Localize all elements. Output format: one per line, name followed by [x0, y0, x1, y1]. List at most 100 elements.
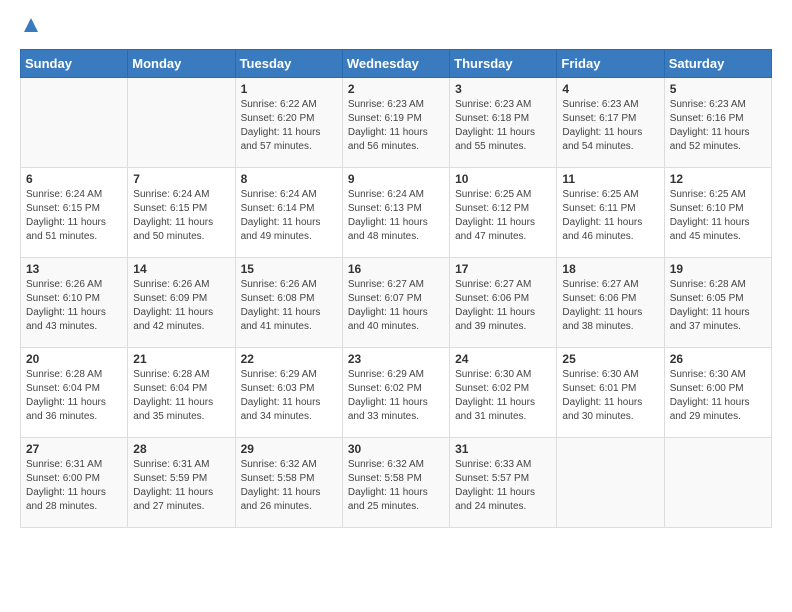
day-number: 28 [133, 442, 229, 456]
day-info: Sunrise: 6:22 AMSunset: 6:20 PMDaylight:… [241, 98, 337, 154]
calendar-day-cell [21, 78, 128, 168]
day-info: Sunrise: 6:26 AMSunset: 6:10 PMDaylight:… [26, 278, 122, 334]
day-number: 7 [133, 172, 229, 186]
calendar-week-row: 1 Sunrise: 6:22 AMSunset: 6:20 PMDaylight… [21, 78, 772, 168]
calendar-day-cell [128, 78, 235, 168]
day-number: 14 [133, 262, 229, 276]
calendar-day-cell: 11Sunrise: 6:25 AMSunset: 6:11 PMDayligh… [557, 168, 664, 258]
calendar-day-cell: 17 Sunrise: 6:27 AMSunset: 6:06 PMDayligh… [450, 258, 557, 348]
day-info: Sunrise: 6:23 AMSunset: 6:18 PMDaylight:… [455, 98, 551, 154]
day-info: Sunrise: 6:32 AMSunset: 5:58 PMDaylight:… [241, 458, 337, 514]
day-info: Sunrise: 6:31 AMSunset: 5:59 PMDaylight:… [133, 458, 229, 514]
day-number: 10 [455, 172, 551, 186]
calendar-week-row: 20 Sunrise: 6:28 AMSunset: 6:04 PMDayligh… [21, 348, 772, 438]
day-info: Sunrise: 6:24 AMSunset: 6:15 PMDaylight:… [26, 188, 122, 244]
day-of-week-header: Sunday [21, 50, 128, 78]
day-of-week-header: Friday [557, 50, 664, 78]
calendar-day-cell: 31 Sunrise: 6:33 AMSunset: 5:57 PMDayligh… [450, 438, 557, 528]
calendar-week-row: 6 Sunrise: 6:24 AMSunset: 6:15 PMDaylight… [21, 168, 772, 258]
day-info: Sunrise: 6:30 AMSunset: 6:02 PMDaylight:… [455, 368, 551, 424]
logo-icon [22, 16, 40, 34]
calendar-day-cell: 16 Sunrise: 6:27 AMSunset: 6:07 PMDayligh… [342, 258, 449, 348]
day-number: 31 [455, 442, 551, 456]
day-number: 19 [670, 262, 766, 276]
calendar-table: SundayMondayTuesdayWednesdayThursdayFrid… [20, 49, 772, 528]
day-of-week-header: Wednesday [342, 50, 449, 78]
calendar-day-cell: 14 Sunrise: 6:26 AMSunset: 6:09 PMDayligh… [128, 258, 235, 348]
calendar-day-cell: 5 Sunrise: 6:23 AMSunset: 6:16 PMDaylight… [664, 78, 771, 168]
day-number: 1 [241, 82, 337, 96]
day-info: Sunrise: 6:28 AMSunset: 6:04 PMDaylight:… [133, 368, 229, 424]
header [20, 16, 772, 39]
calendar-day-cell: 10 Sunrise: 6:25 AMSunset: 6:12 PMDayligh… [450, 168, 557, 258]
day-info: Sunrise: 6:23 AMSunset: 6:19 PMDaylight:… [348, 98, 444, 154]
day-number: 5 [670, 82, 766, 96]
calendar-day-cell: 6 Sunrise: 6:24 AMSunset: 6:15 PMDaylight… [21, 168, 128, 258]
calendar-day-cell: 28 Sunrise: 6:31 AMSunset: 5:59 PMDayligh… [128, 438, 235, 528]
calendar-day-cell: 4 Sunrise: 6:23 AMSunset: 6:17 PMDaylight… [557, 78, 664, 168]
calendar-day-cell: 24 Sunrise: 6:30 AMSunset: 6:02 PMDayligh… [450, 348, 557, 438]
day-number: 27 [26, 442, 122, 456]
calendar-day-cell: 7 Sunrise: 6:24 AMSunset: 6:15 PMDaylight… [128, 168, 235, 258]
calendar-week-row: 13 Sunrise: 6:26 AMSunset: 6:10 PMDayligh… [21, 258, 772, 348]
calendar-week-row: 27Sunrise: 6:31 AMSunset: 6:00 PMDayligh… [21, 438, 772, 528]
day-of-week-header: Monday [128, 50, 235, 78]
day-info: Sunrise: 6:30 AMSunset: 6:01 PMDaylight:… [562, 368, 658, 424]
day-info: Sunrise: 6:28 AMSunset: 6:04 PMDaylight:… [26, 368, 122, 424]
day-info: Sunrise: 6:29 AMSunset: 6:03 PMDaylight:… [241, 368, 337, 424]
day-number: 18 [562, 262, 658, 276]
day-info: Sunrise: 6:24 AMSunset: 6:15 PMDaylight:… [133, 188, 229, 244]
day-info: Sunrise: 6:23 AMSunset: 6:16 PMDaylight:… [670, 98, 766, 154]
day-info: Sunrise: 6:24 AMSunset: 6:13 PMDaylight:… [348, 188, 444, 244]
day-of-week-header: Saturday [664, 50, 771, 78]
day-info: Sunrise: 6:28 AMSunset: 6:05 PMDaylight:… [670, 278, 766, 334]
day-number: 30 [348, 442, 444, 456]
day-info: Sunrise: 6:29 AMSunset: 6:02 PMDaylight:… [348, 368, 444, 424]
calendar-day-cell: 29Sunrise: 6:32 AMSunset: 5:58 PMDayligh… [235, 438, 342, 528]
day-number: 16 [348, 262, 444, 276]
day-number: 11 [562, 172, 658, 186]
day-number: 4 [562, 82, 658, 96]
calendar-day-cell: 13 Sunrise: 6:26 AMSunset: 6:10 PMDayligh… [21, 258, 128, 348]
day-info: Sunrise: 6:24 AMSunset: 6:14 PMDaylight:… [241, 188, 337, 244]
day-number: 23 [348, 352, 444, 366]
day-info: Sunrise: 6:27 AMSunset: 6:07 PMDaylight:… [348, 278, 444, 334]
calendar-day-cell: 1 Sunrise: 6:22 AMSunset: 6:20 PMDaylight… [235, 78, 342, 168]
day-number: 17 [455, 262, 551, 276]
day-info: Sunrise: 6:27 AMSunset: 6:06 PMDaylight:… [455, 278, 551, 334]
calendar-day-cell: 15 Sunrise: 6:26 AMSunset: 6:08 PMDayligh… [235, 258, 342, 348]
calendar-day-cell: 20 Sunrise: 6:28 AMSunset: 6:04 PMDayligh… [21, 348, 128, 438]
calendar-day-cell: 9 Sunrise: 6:24 AMSunset: 6:13 PMDaylight… [342, 168, 449, 258]
calendar-day-cell: 21Sunrise: 6:28 AMSunset: 6:04 PMDayligh… [128, 348, 235, 438]
day-number: 2 [348, 82, 444, 96]
day-info: Sunrise: 6:26 AMSunset: 6:08 PMDaylight:… [241, 278, 337, 334]
calendar-day-cell: 18 Sunrise: 6:27 AMSunset: 6:06 PMDayligh… [557, 258, 664, 348]
day-number: 9 [348, 172, 444, 186]
day-number: 26 [670, 352, 766, 366]
day-number: 24 [455, 352, 551, 366]
calendar-day-cell: 25Sunrise: 6:30 AMSunset: 6:01 PMDayligh… [557, 348, 664, 438]
day-number: 15 [241, 262, 337, 276]
day-info: Sunrise: 6:25 AMSunset: 6:10 PMDaylight:… [670, 188, 766, 244]
calendar-day-cell: 8Sunrise: 6:24 AMSunset: 6:14 PMDaylight… [235, 168, 342, 258]
day-number: 6 [26, 172, 122, 186]
day-info: Sunrise: 6:26 AMSunset: 6:09 PMDaylight:… [133, 278, 229, 334]
calendar-day-cell: 22 Sunrise: 6:29 AMSunset: 6:03 PMDayligh… [235, 348, 342, 438]
day-number: 13 [26, 262, 122, 276]
calendar-day-cell: 2 Sunrise: 6:23 AMSunset: 6:19 PMDaylight… [342, 78, 449, 168]
day-info: Sunrise: 6:27 AMSunset: 6:06 PMDaylight:… [562, 278, 658, 334]
day-number: 12 [670, 172, 766, 186]
calendar-day-cell: 30 Sunrise: 6:32 AMSunset: 5:58 PMDayligh… [342, 438, 449, 528]
day-of-week-header: Tuesday [235, 50, 342, 78]
calendar-day-cell: 26Sunrise: 6:30 AMSunset: 6:00 PMDayligh… [664, 348, 771, 438]
day-number: 20 [26, 352, 122, 366]
day-info: Sunrise: 6:33 AMSunset: 5:57 PMDaylight:… [455, 458, 551, 514]
calendar-day-cell [664, 438, 771, 528]
day-info: Sunrise: 6:25 AMSunset: 6:12 PMDaylight:… [455, 188, 551, 244]
day-info: Sunrise: 6:32 AMSunset: 5:58 PMDaylight:… [348, 458, 444, 514]
day-number: 22 [241, 352, 337, 366]
calendar-day-cell: 23 Sunrise: 6:29 AMSunset: 6:02 PMDayligh… [342, 348, 449, 438]
day-of-week-header: Thursday [450, 50, 557, 78]
calendar-day-cell [557, 438, 664, 528]
day-info: Sunrise: 6:23 AMSunset: 6:17 PMDaylight:… [562, 98, 658, 154]
